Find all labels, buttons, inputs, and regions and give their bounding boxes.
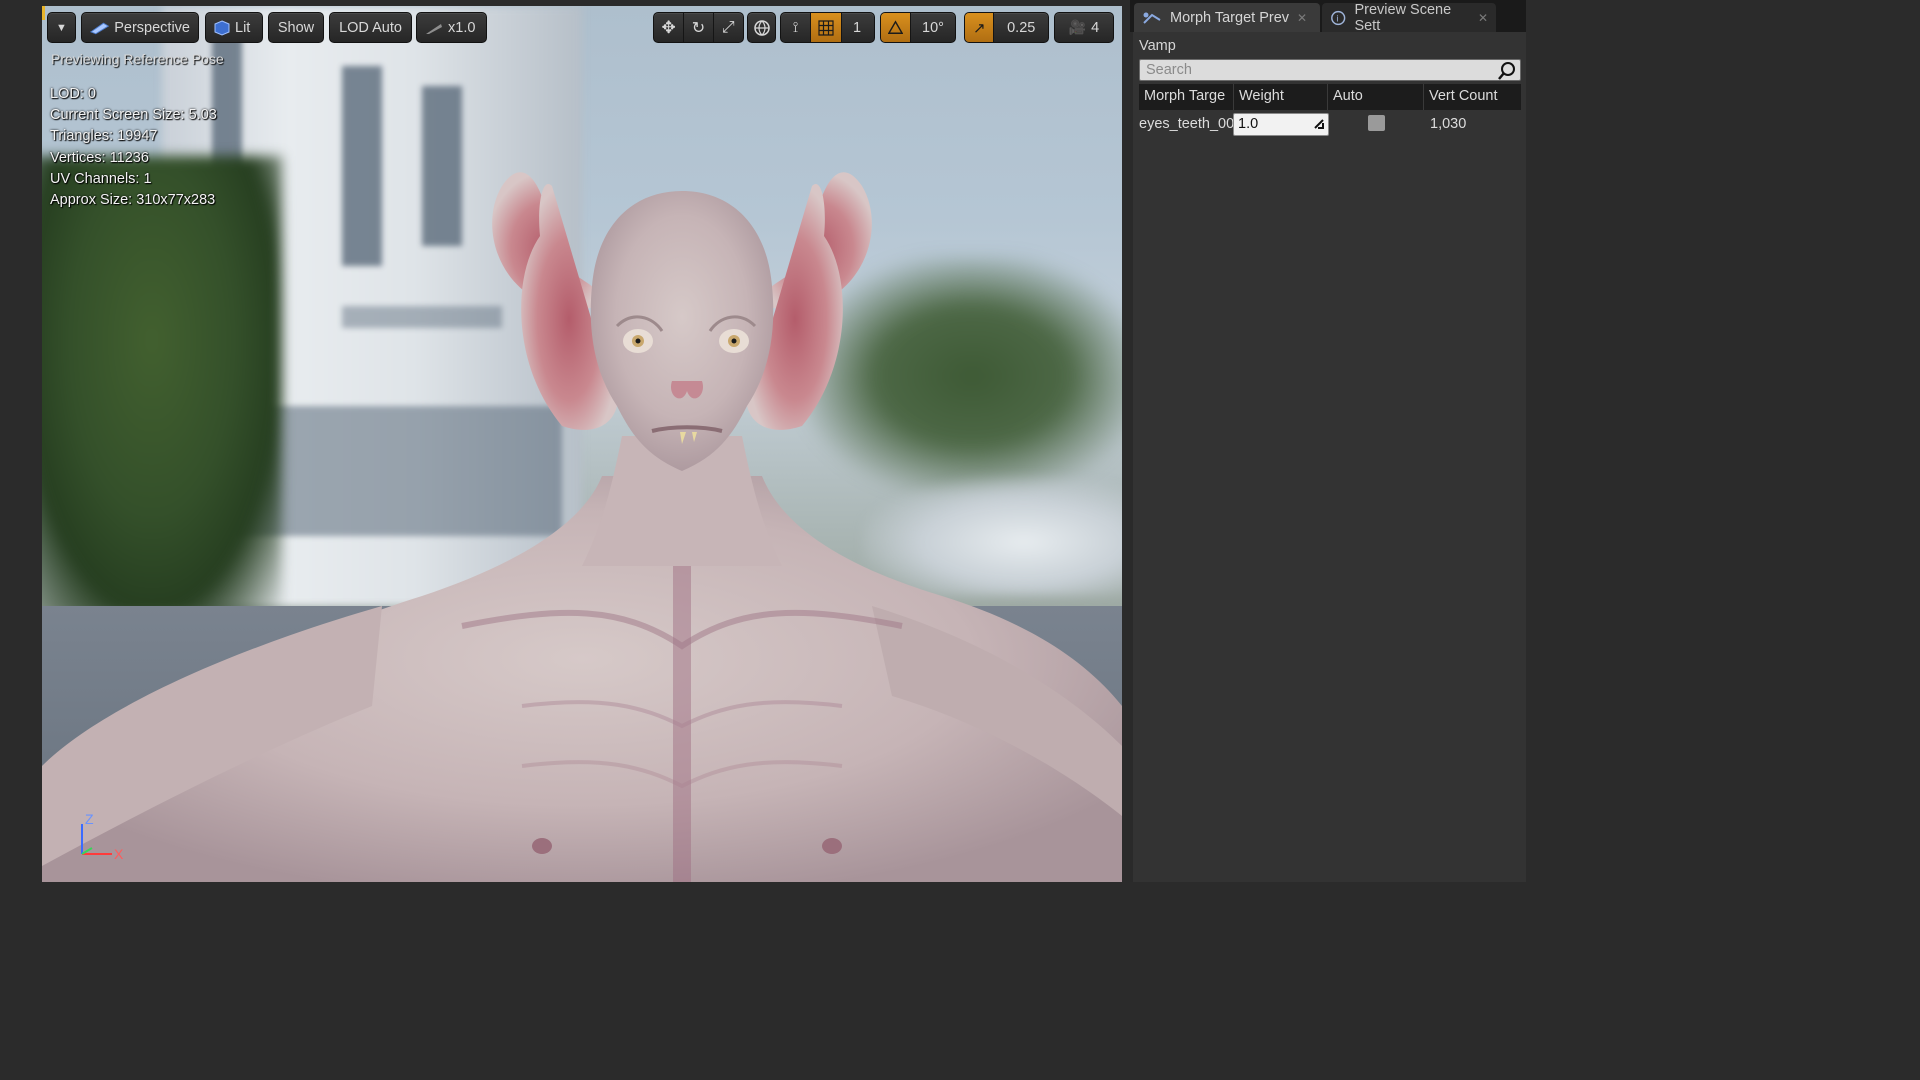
rotate-snap-value[interactable]: 10°	[910, 13, 955, 42]
stat-lod: LOD: 0	[50, 86, 96, 102]
move-icon: ✥	[661, 17, 676, 37]
rotate-icon: ↻	[691, 19, 706, 37]
globe-icon	[753, 19, 770, 36]
tab-label: Morph Target Prev	[1170, 9, 1290, 26]
mesh-name-label: Vamp	[1139, 38, 1176, 54]
scale-snap-icon: ↗	[972, 19, 986, 37]
table-row[interactable]: eyes_teeth_00 1.0 1,030	[1139, 112, 1521, 138]
axis-x-label: X	[114, 846, 124, 862]
panel-body: Vamp Search Morph Targe Weight Auto Vert…	[1130, 32, 1526, 882]
search-placeholder: Search	[1146, 62, 1192, 78]
viewport[interactable]: ▼ Perspective Lit Show LOD Auto x1.0 ✥ ↻…	[42, 6, 1122, 882]
search-icon	[1498, 62, 1515, 80]
weight-value: 1.0	[1238, 116, 1259, 132]
camera-speed-label: 4	[1091, 19, 1100, 36]
translate-mode-button[interactable]: ✥	[654, 13, 683, 42]
show-label: Show	[277, 19, 315, 36]
grid-snap-value[interactable]: 1	[841, 13, 874, 42]
scale-mode-button[interactable]: ⤢	[712, 13, 743, 42]
perspective-label: Perspective	[114, 19, 190, 36]
morph-target-icon	[1143, 12, 1161, 24]
column-header-vert-count[interactable]: Vert Count	[1429, 88, 1498, 104]
tab-label: Preview Scene Sett	[1354, 1, 1452, 34]
rotate-snap-toggle[interactable]	[881, 13, 910, 42]
lod-button[interactable]: LOD Auto	[329, 12, 412, 43]
table-header: Morph Targe Weight Auto Vert Count	[1139, 84, 1521, 110]
grid-snap-group: ⟟ 1	[780, 12, 875, 43]
scale-snap-value-label: 0.25	[1007, 19, 1036, 36]
tab-preview-scene-settings[interactable]: i Preview Scene Sett ✕	[1322, 1, 1496, 34]
tab-morph-target-preview[interactable]: Morph Target Prev ✕	[1134, 3, 1320, 32]
transform-mode-group: ✥ ↻ ⤢	[653, 12, 744, 43]
auto-checkbox[interactable]	[1368, 115, 1385, 131]
rotate-snap-group: 10°	[880, 12, 956, 43]
speed-icon	[426, 23, 442, 34]
stat-approx-size: Approx Size: 310x77x283	[50, 192, 216, 209]
stat-vertices: Vertices: 11236	[50, 149, 149, 166]
lit-button[interactable]: Lit	[205, 12, 263, 43]
grid-snap-value-label: 1	[853, 19, 862, 36]
search-input[interactable]: Search	[1139, 59, 1521, 81]
rotate-snap-value-label: 10°	[922, 19, 944, 36]
lit-cube-icon	[214, 19, 230, 36]
camera-icon: 🎥	[1068, 19, 1087, 35]
show-button[interactable]: Show	[268, 12, 324, 43]
world-local-toggle[interactable]	[747, 12, 776, 43]
preview-status-label: Previewing Reference Pose	[51, 51, 224, 67]
scale-snap-group: ↗ 0.25	[964, 12, 1049, 43]
stat-screen-size: Current Screen Size: 5.03	[50, 107, 217, 124]
window-edge	[1526, 0, 1568, 882]
scale-snap-toggle[interactable]: ↗	[965, 13, 994, 42]
mesh-stats: LOD: 0 Current Screen Size: 5.03 Triangl…	[50, 84, 217, 211]
angle-icon	[888, 20, 903, 34]
close-icon[interactable]: ✕	[1478, 11, 1488, 25]
grid-snap-toggle[interactable]	[810, 13, 842, 42]
scale-icon: ⤢	[721, 18, 735, 36]
axis-z-label: Z	[85, 812, 94, 827]
morph-target-panel: Morph Target Prev ✕ i Preview Scene Sett…	[1130, 0, 1526, 882]
svg-text:i: i	[1336, 13, 1338, 23]
panel-tab-bar: Morph Target Prev ✕ i Preview Scene Sett…	[1130, 0, 1526, 34]
viewport-options-button[interactable]: ▼	[47, 12, 76, 43]
chevron-down-icon: ▼	[56, 21, 67, 34]
column-header-morph-target[interactable]: Morph Targe	[1144, 88, 1225, 104]
scale-snap-value[interactable]: 0.25	[993, 13, 1048, 42]
stat-uv-channels: UV Channels: 1	[50, 170, 152, 187]
playback-speed-button[interactable]: x1.0	[416, 12, 487, 43]
column-header-auto[interactable]: Auto	[1333, 88, 1363, 104]
grid-icon	[818, 19, 834, 36]
surface-snap-button[interactable]: ⟟	[781, 13, 810, 42]
column-header-weight[interactable]: Weight	[1239, 88, 1284, 104]
resize-drag-icon[interactable]	[1313, 118, 1325, 130]
morph-target-name: eyes_teeth_00	[1139, 116, 1235, 132]
viewport-focus-indicator	[42, 6, 45, 20]
close-icon[interactable]: ✕	[1297, 11, 1307, 25]
speed-label: x1.0	[448, 19, 476, 36]
lod-label: LOD Auto	[339, 19, 402, 36]
axis-gizmo: Z X	[81, 812, 124, 862]
rotate-mode-button[interactable]: ↻	[683, 13, 712, 42]
vert-count-value: 1,030	[1430, 116, 1467, 132]
camera-speed-button[interactable]: 🎥 4	[1054, 12, 1114, 43]
weight-input[interactable]: 1.0	[1233, 113, 1329, 136]
stat-triangles: Triangles: 19947	[50, 128, 158, 145]
surface-snap-icon: ⟟	[792, 19, 799, 36]
preview-scene-icon: i	[1331, 10, 1346, 25]
perspective-icon	[90, 22, 110, 34]
perspective-button[interactable]: Perspective	[81, 12, 199, 43]
lit-label: Lit	[235, 19, 251, 36]
